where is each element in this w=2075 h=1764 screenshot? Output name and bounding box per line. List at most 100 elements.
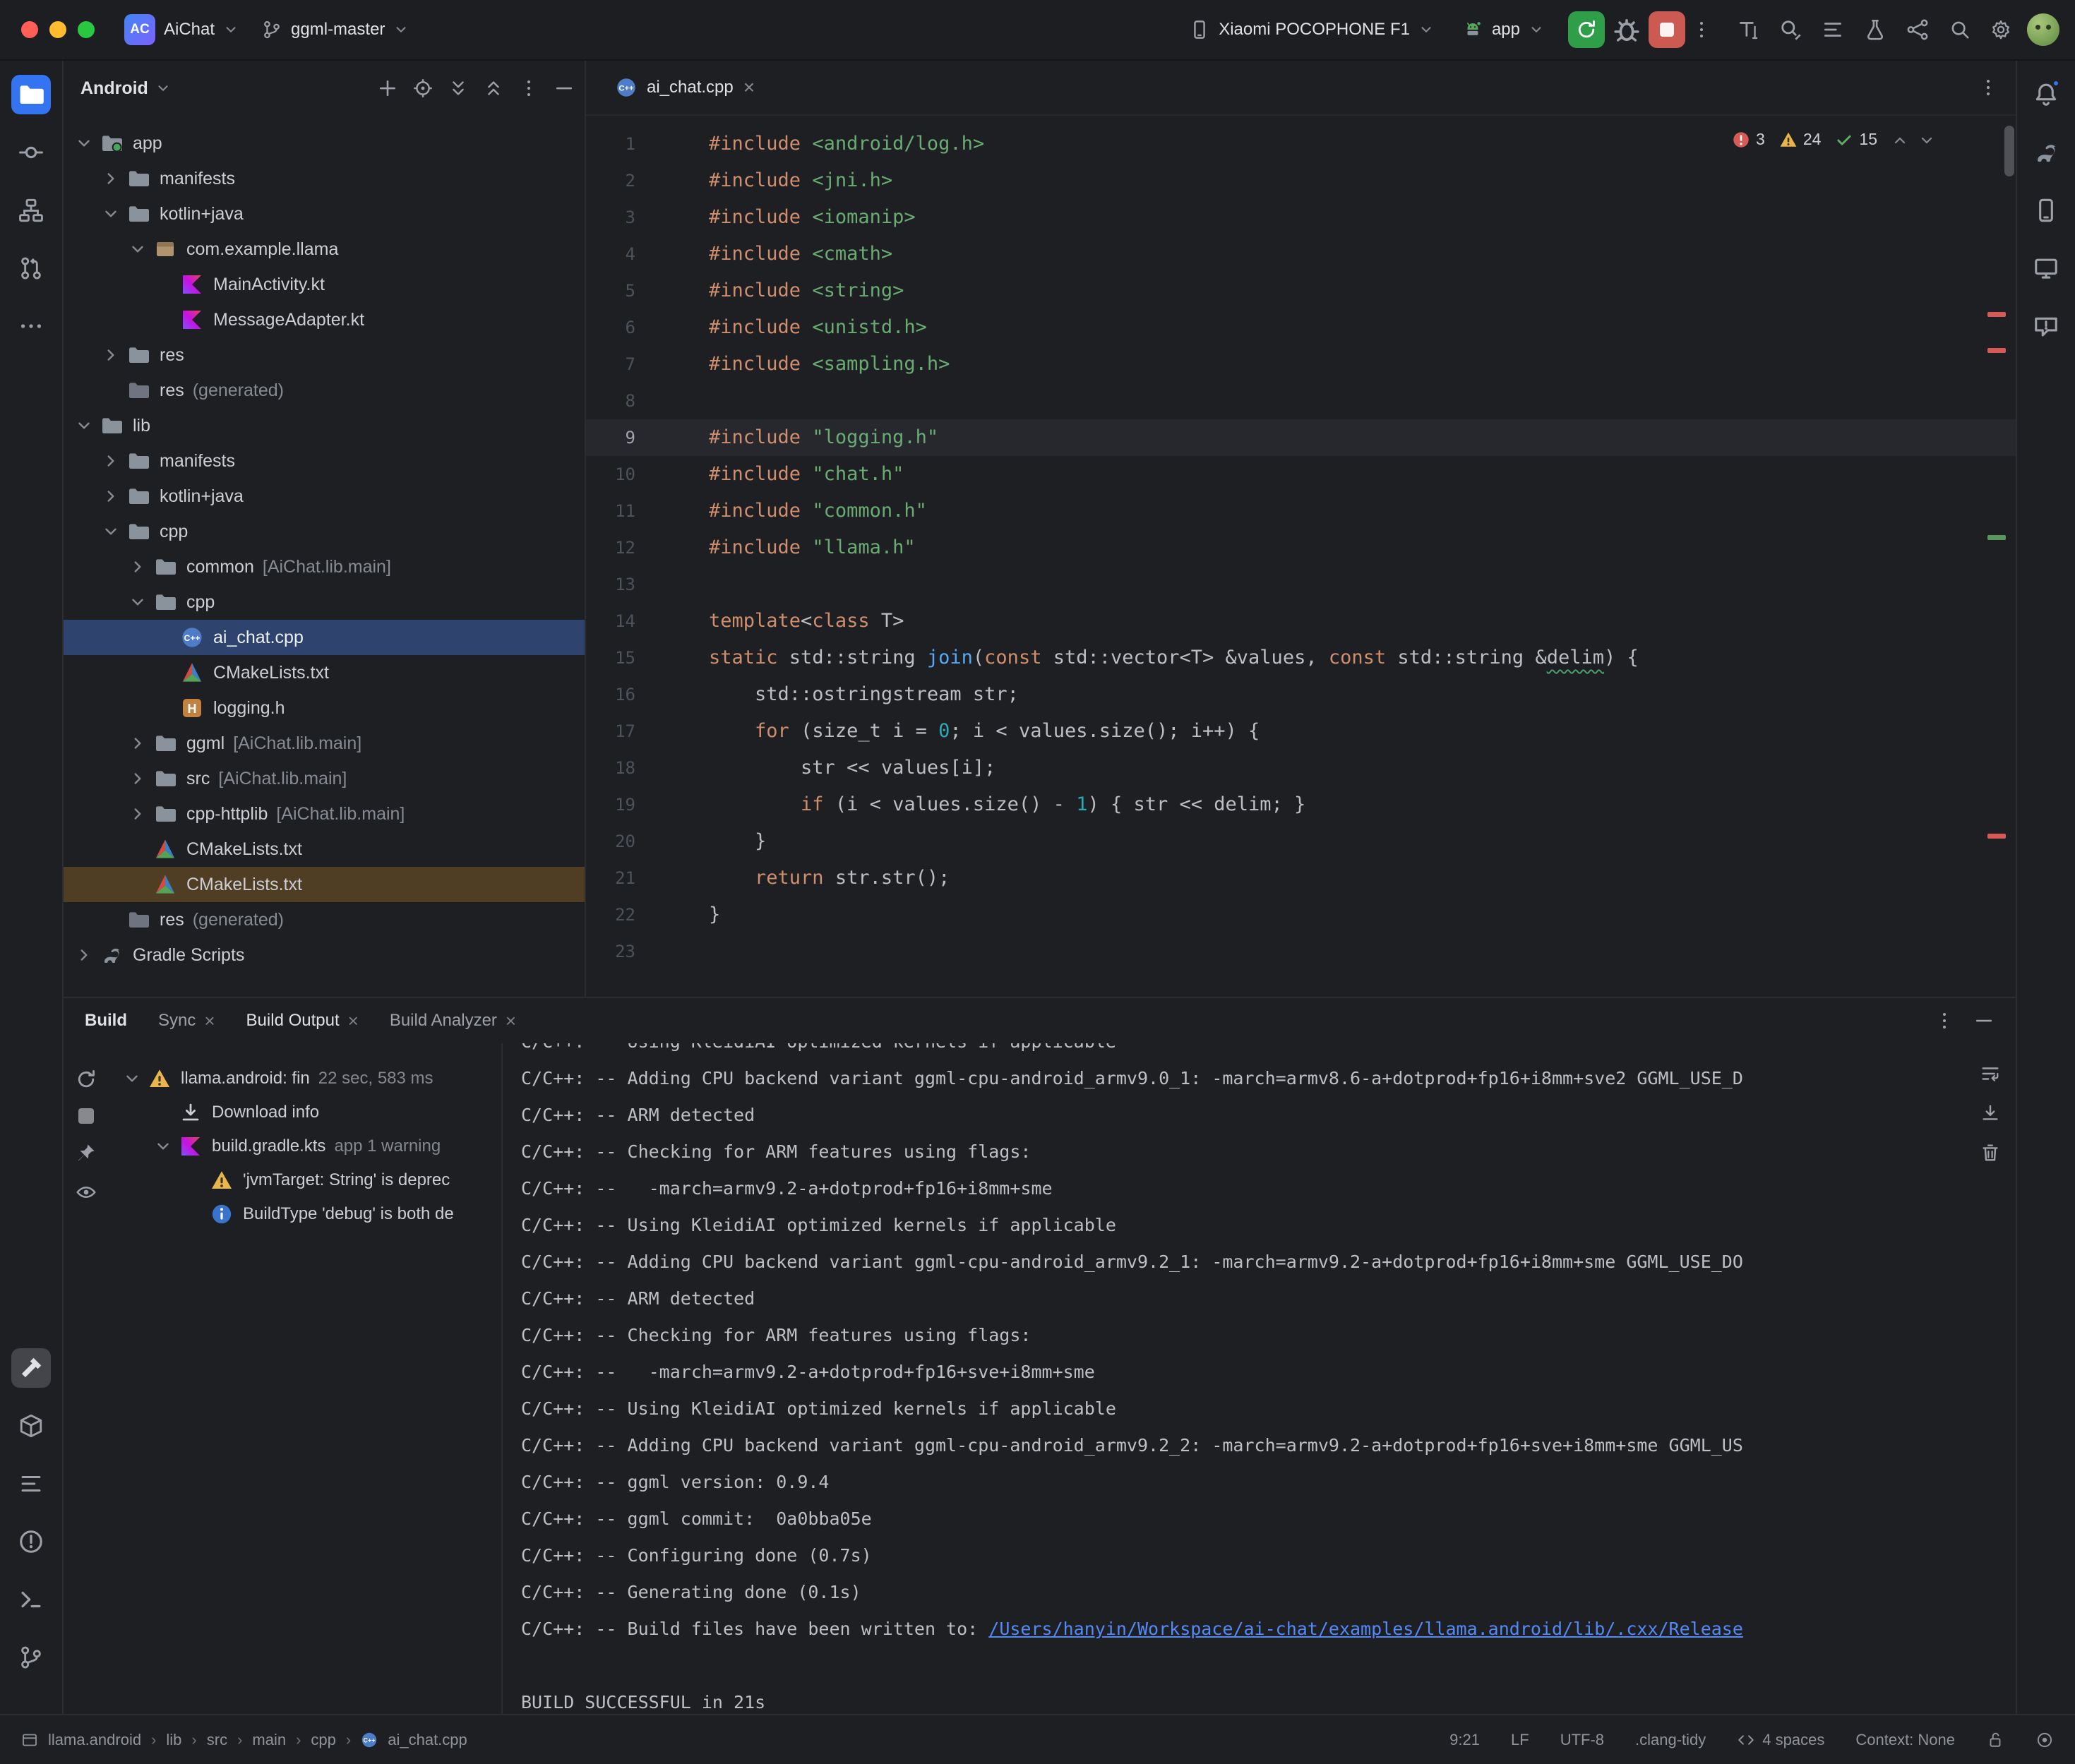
build-tree-item[interactable]: build.gradle.ktsapp 1 warning xyxy=(109,1129,501,1163)
terminal-tool-icon[interactable] xyxy=(11,1580,51,1619)
chevron-expanded-icon[interactable] xyxy=(128,239,154,259)
project-tree-item[interactable]: res(generated) xyxy=(64,902,585,937)
change-stripe-mark[interactable] xyxy=(1987,535,2006,540)
project-tree-item[interactable]: kotlin+java xyxy=(64,196,585,232)
chevron-collapsed-icon[interactable] xyxy=(102,169,127,188)
error-stripe-mark[interactable] xyxy=(1987,348,2006,353)
project-tree-item[interactable]: kotlin+java xyxy=(64,479,585,514)
chevron-collapsed-icon[interactable] xyxy=(102,486,127,506)
pull-requests-tool-icon[interactable] xyxy=(11,248,51,288)
settings-gear-icon[interactable] xyxy=(1990,19,2011,40)
indent-status[interactable]: 4 spaces xyxy=(1737,1731,1824,1749)
tab-sync[interactable]: Sync× xyxy=(158,1011,215,1031)
build-tree-item[interactable]: 'jvmTarget: String' is deprec xyxy=(109,1163,501,1197)
project-tree-item[interactable]: cpp xyxy=(64,514,585,549)
close-tab-icon[interactable]: × xyxy=(204,1012,215,1030)
chevron-collapsed-icon[interactable] xyxy=(128,733,154,753)
app-quality-insights-icon[interactable] xyxy=(2026,306,2066,346)
chevron-collapsed-icon[interactable] xyxy=(102,345,127,365)
project-tree-item[interactable]: manifests xyxy=(64,443,585,479)
running-devices-icon[interactable] xyxy=(2026,248,2066,288)
analysis-status-icon[interactable] xyxy=(2035,1731,2054,1749)
chevron-expanded-icon[interactable] xyxy=(154,1136,179,1156)
problems-tool-icon[interactable] xyxy=(11,1522,51,1561)
run-button[interactable] xyxy=(1568,11,1605,48)
pin-icon[interactable] xyxy=(76,1142,97,1163)
project-tree-item[interactable]: Gradle Scripts xyxy=(64,937,585,973)
panel-options-icon[interactable] xyxy=(1934,1010,1955,1031)
chevron-collapsed-icon[interactable] xyxy=(128,769,154,788)
search-edit-icon[interactable] xyxy=(1778,18,1802,42)
build-tree-item[interactable]: Download info xyxy=(109,1096,501,1129)
stop-button[interactable] xyxy=(1649,11,1685,48)
structure-tool-icon[interactable] xyxy=(11,191,51,230)
clear-console-icon[interactable] xyxy=(1980,1142,2001,1163)
minimize-window-button[interactable] xyxy=(49,21,66,38)
errors-count[interactable]: 3 xyxy=(1732,130,1765,149)
gradle-tool-icon[interactable] xyxy=(2026,133,2066,172)
search-everywhere-icon[interactable] xyxy=(1949,19,1971,40)
logcat-tool-icon[interactable] xyxy=(11,1464,51,1504)
warnings-count[interactable]: 24 xyxy=(1779,130,1822,149)
project-tree-item[interactable]: CMakeLists.txt xyxy=(64,832,585,867)
dependencies-tool-icon[interactable] xyxy=(11,1406,51,1446)
project-tree-item[interactable]: common[AiChat.lib.main] xyxy=(64,549,585,584)
project-tree-item[interactable]: CMakeLists.txt xyxy=(64,867,585,902)
editor-scrollbar[interactable] xyxy=(2004,126,2014,176)
inspections-widget[interactable]: 3 24 15 xyxy=(1725,127,1942,152)
close-tab-icon[interactable]: × xyxy=(506,1012,516,1030)
hide-panel-icon[interactable] xyxy=(1973,1010,1995,1031)
add-icon[interactable] xyxy=(377,78,398,99)
breadcrumb-item[interactable]: lib xyxy=(166,1731,181,1749)
scroll-to-end-icon[interactable] xyxy=(1980,1103,2001,1124)
tab-build-analyzer[interactable]: Build Analyzer× xyxy=(390,1011,516,1031)
project-widget[interactable]: AC AiChat xyxy=(113,7,250,52)
chevron-collapsed-icon[interactable] xyxy=(128,804,154,824)
chevron-expanded-icon[interactable] xyxy=(123,1069,148,1088)
more-tools-icon[interactable] xyxy=(11,306,51,346)
project-tree-item[interactable]: src[AiChat.lib.main] xyxy=(64,761,585,796)
project-tree-item[interactable]: cpp xyxy=(64,584,585,620)
run-config-selector[interactable]: app xyxy=(1451,12,1555,47)
next-problem-icon[interactable] xyxy=(1918,131,1935,148)
expand-all-icon[interactable] xyxy=(448,78,469,99)
line-separator[interactable]: LF xyxy=(1511,1731,1529,1749)
cursor-position[interactable]: 9:21 xyxy=(1449,1731,1480,1749)
build-console[interactable]: C/C++: -- Using KleidiAI optimized kerne… xyxy=(501,1043,1965,1714)
close-window-button[interactable] xyxy=(21,21,38,38)
build-output-path-link[interactable]: /Users/hanyin/Workspace/ai-chat/examples… xyxy=(988,1619,1743,1639)
project-tree-item[interactable]: CMakeLists.txt xyxy=(64,655,585,690)
breadcrumb-item[interactable]: src xyxy=(207,1731,227,1749)
project-tree-item[interactable]: C++ai_chat.cpp xyxy=(64,620,585,655)
error-stripe-mark[interactable] xyxy=(1987,312,2006,317)
passed-count[interactable]: 15 xyxy=(1835,130,1877,149)
context-status[interactable]: Context: None xyxy=(1855,1731,1955,1749)
locate-file-icon[interactable] xyxy=(412,78,433,99)
assistant-avatar-icon[interactable] xyxy=(2027,13,2059,46)
project-tree-item[interactable]: MainActivity.kt xyxy=(64,267,585,302)
project-tree-item[interactable]: lib xyxy=(64,408,585,443)
close-tab-icon[interactable]: × xyxy=(348,1012,359,1030)
breadcrumb-item[interactable]: cpp xyxy=(311,1731,335,1749)
soft-wrap-icon[interactable] xyxy=(1980,1063,2001,1084)
build-tool-icon[interactable] xyxy=(11,1348,51,1388)
panel-options-icon[interactable] xyxy=(518,78,539,99)
tab-build-output[interactable]: Build Output× xyxy=(246,1011,359,1031)
chevron-expanded-icon[interactable] xyxy=(102,522,127,541)
build-tree-item[interactable]: llama.android: fin22 sec, 583 ms xyxy=(109,1062,501,1096)
chevron-expanded-icon[interactable] xyxy=(75,416,100,436)
device-manager-icon[interactable] xyxy=(2026,191,2066,230)
chevron-collapsed-icon[interactable] xyxy=(128,557,154,577)
project-tree-item[interactable]: com.example.llama xyxy=(64,232,585,267)
project-tree-item[interactable]: MessageAdapter.kt xyxy=(64,302,585,337)
project-view-selector[interactable]: Android xyxy=(80,78,171,99)
device-explorer-icon[interactable] xyxy=(1906,18,1930,42)
commit-tool-icon[interactable] xyxy=(11,133,51,172)
tab-options-icon[interactable] xyxy=(1978,77,1999,98)
hide-panel-icon[interactable] xyxy=(554,78,575,99)
version-control-tool-icon[interactable] xyxy=(11,1638,51,1677)
zoom-window-button[interactable] xyxy=(78,21,95,38)
breadcrumb-item[interactable]: ai_chat.cpp xyxy=(388,1731,467,1749)
device-selector[interactable]: Xiaomi POCOPHONE F1 xyxy=(1178,12,1445,47)
code-area[interactable]: 1#include <android/log.h>2#include <jni.… xyxy=(586,116,2016,997)
